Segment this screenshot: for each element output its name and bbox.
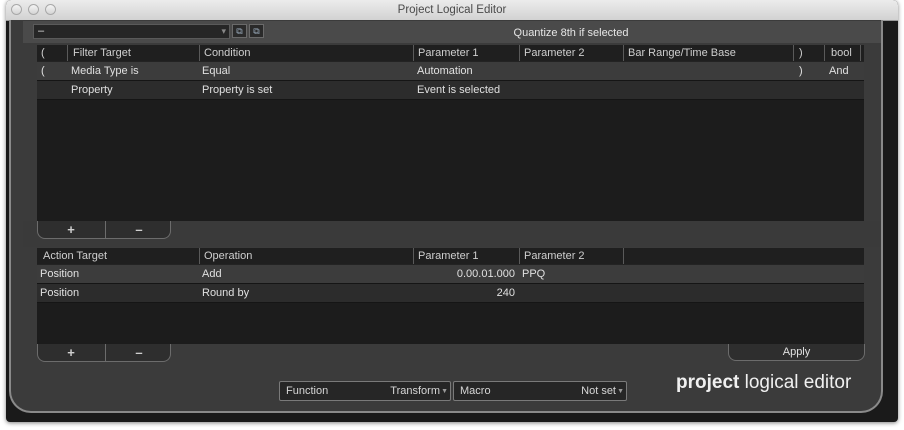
cell-target[interactable]: Media Type is bbox=[71, 65, 139, 77]
filter-table: ( Filter Target Condition Parameter 1 Pa… bbox=[37, 45, 864, 221]
chevron-down-icon: ▼ bbox=[441, 388, 448, 395]
macro-value: Not set bbox=[581, 385, 616, 397]
header-action-parameter-1[interactable]: Parameter 1 bbox=[418, 250, 479, 262]
remove-action-button[interactable]: – bbox=[106, 345, 172, 360]
header-close-paren[interactable]: ) bbox=[799, 47, 803, 59]
chevron-down-icon: ▾ bbox=[221, 26, 226, 36]
header-bar-range[interactable]: Bar Range/Time Base bbox=[628, 47, 736, 59]
cell-param1[interactable]: Automation bbox=[417, 65, 473, 77]
header-operation[interactable]: Operation bbox=[204, 250, 252, 262]
cell-action-param1[interactable]: 240 bbox=[419, 287, 515, 299]
brand-logo: project logical editor bbox=[676, 372, 852, 393]
function-label: Function bbox=[286, 385, 329, 397]
header-action-parameter-2[interactable]: Parameter 2 bbox=[524, 250, 585, 262]
header-bool[interactable]: bool bbox=[831, 47, 852, 59]
action-table-header: Action Target Operation Parameter 1 Para… bbox=[37, 248, 864, 264]
cell-bool[interactable]: And bbox=[829, 65, 849, 77]
preset-value: – bbox=[38, 25, 45, 37]
cell-condition[interactable]: Property is set bbox=[202, 84, 272, 96]
action-table: Action Target Operation Parameter 1 Para… bbox=[37, 248, 864, 344]
function-value: Transform bbox=[390, 385, 440, 397]
header-parameter-1[interactable]: Parameter 1 bbox=[418, 47, 479, 59]
quantize-status: Quantize 8th if selected bbox=[513, 27, 629, 39]
cell-param1[interactable]: Event is selected bbox=[417, 84, 500, 96]
cell-operation[interactable]: Round by bbox=[202, 287, 249, 299]
filter-row[interactable]: ( Media Type is Equal Automation ) And bbox=[37, 62, 864, 81]
header-open-paren[interactable]: ( bbox=[41, 47, 45, 59]
cell-target[interactable]: Property bbox=[71, 84, 113, 96]
cell-action-target[interactable]: Position bbox=[40, 287, 79, 299]
function-select[interactable]: Function Transform ▼ bbox=[279, 381, 451, 401]
title-bar: Project Logical Editor bbox=[6, 0, 898, 21]
add-filter-button[interactable]: + bbox=[38, 222, 104, 237]
copy-icon[interactable]: ⧉ bbox=[232, 24, 247, 38]
remove-filter-button[interactable]: – bbox=[106, 222, 172, 237]
action-row[interactable]: Position Round by 240 bbox=[37, 284, 864, 303]
filter-row[interactable]: Property Property is set Event is select… bbox=[37, 81, 864, 100]
window-title: Project Logical Editor bbox=[397, 4, 507, 16]
macro-label: Macro bbox=[460, 385, 491, 397]
preset-select[interactable]: – ▾ bbox=[33, 24, 230, 39]
cell-condition[interactable]: Equal bbox=[202, 65, 230, 77]
filter-table-header: ( Filter Target Condition Parameter 1 Pa… bbox=[37, 45, 864, 61]
filter-add-remove-bar: + – bbox=[37, 221, 171, 239]
paste-icon[interactable]: ⧉ bbox=[249, 24, 264, 38]
macro-select[interactable]: Macro Not set ▼ bbox=[453, 381, 627, 401]
header-parameter-2[interactable]: Parameter 2 bbox=[524, 47, 585, 59]
add-action-button[interactable]: + bbox=[38, 345, 104, 360]
cell-open[interactable]: ( bbox=[41, 65, 45, 77]
chevron-down-icon: ▼ bbox=[617, 388, 624, 395]
cell-action-param2[interactable]: PPQ bbox=[522, 268, 545, 280]
header-action-target[interactable]: Action Target bbox=[43, 250, 107, 262]
header-condition[interactable]: Condition bbox=[204, 47, 250, 59]
cell-close[interactable]: ) bbox=[799, 65, 803, 77]
action-empty-area[interactable] bbox=[37, 303, 864, 344]
apply-button[interactable]: Apply bbox=[728, 344, 865, 361]
action-row[interactable]: Position Add 0.00.01.000 PPQ bbox=[37, 265, 864, 284]
cell-operation[interactable]: Add bbox=[202, 268, 222, 280]
cell-action-param1[interactable]: 0.00.01.000 bbox=[419, 268, 515, 280]
action-add-remove-bar: + – bbox=[37, 344, 171, 362]
cell-action-target[interactable]: Position bbox=[40, 268, 79, 280]
header-filter-target[interactable]: Filter Target bbox=[73, 47, 131, 59]
filter-empty-area[interactable] bbox=[37, 100, 864, 221]
